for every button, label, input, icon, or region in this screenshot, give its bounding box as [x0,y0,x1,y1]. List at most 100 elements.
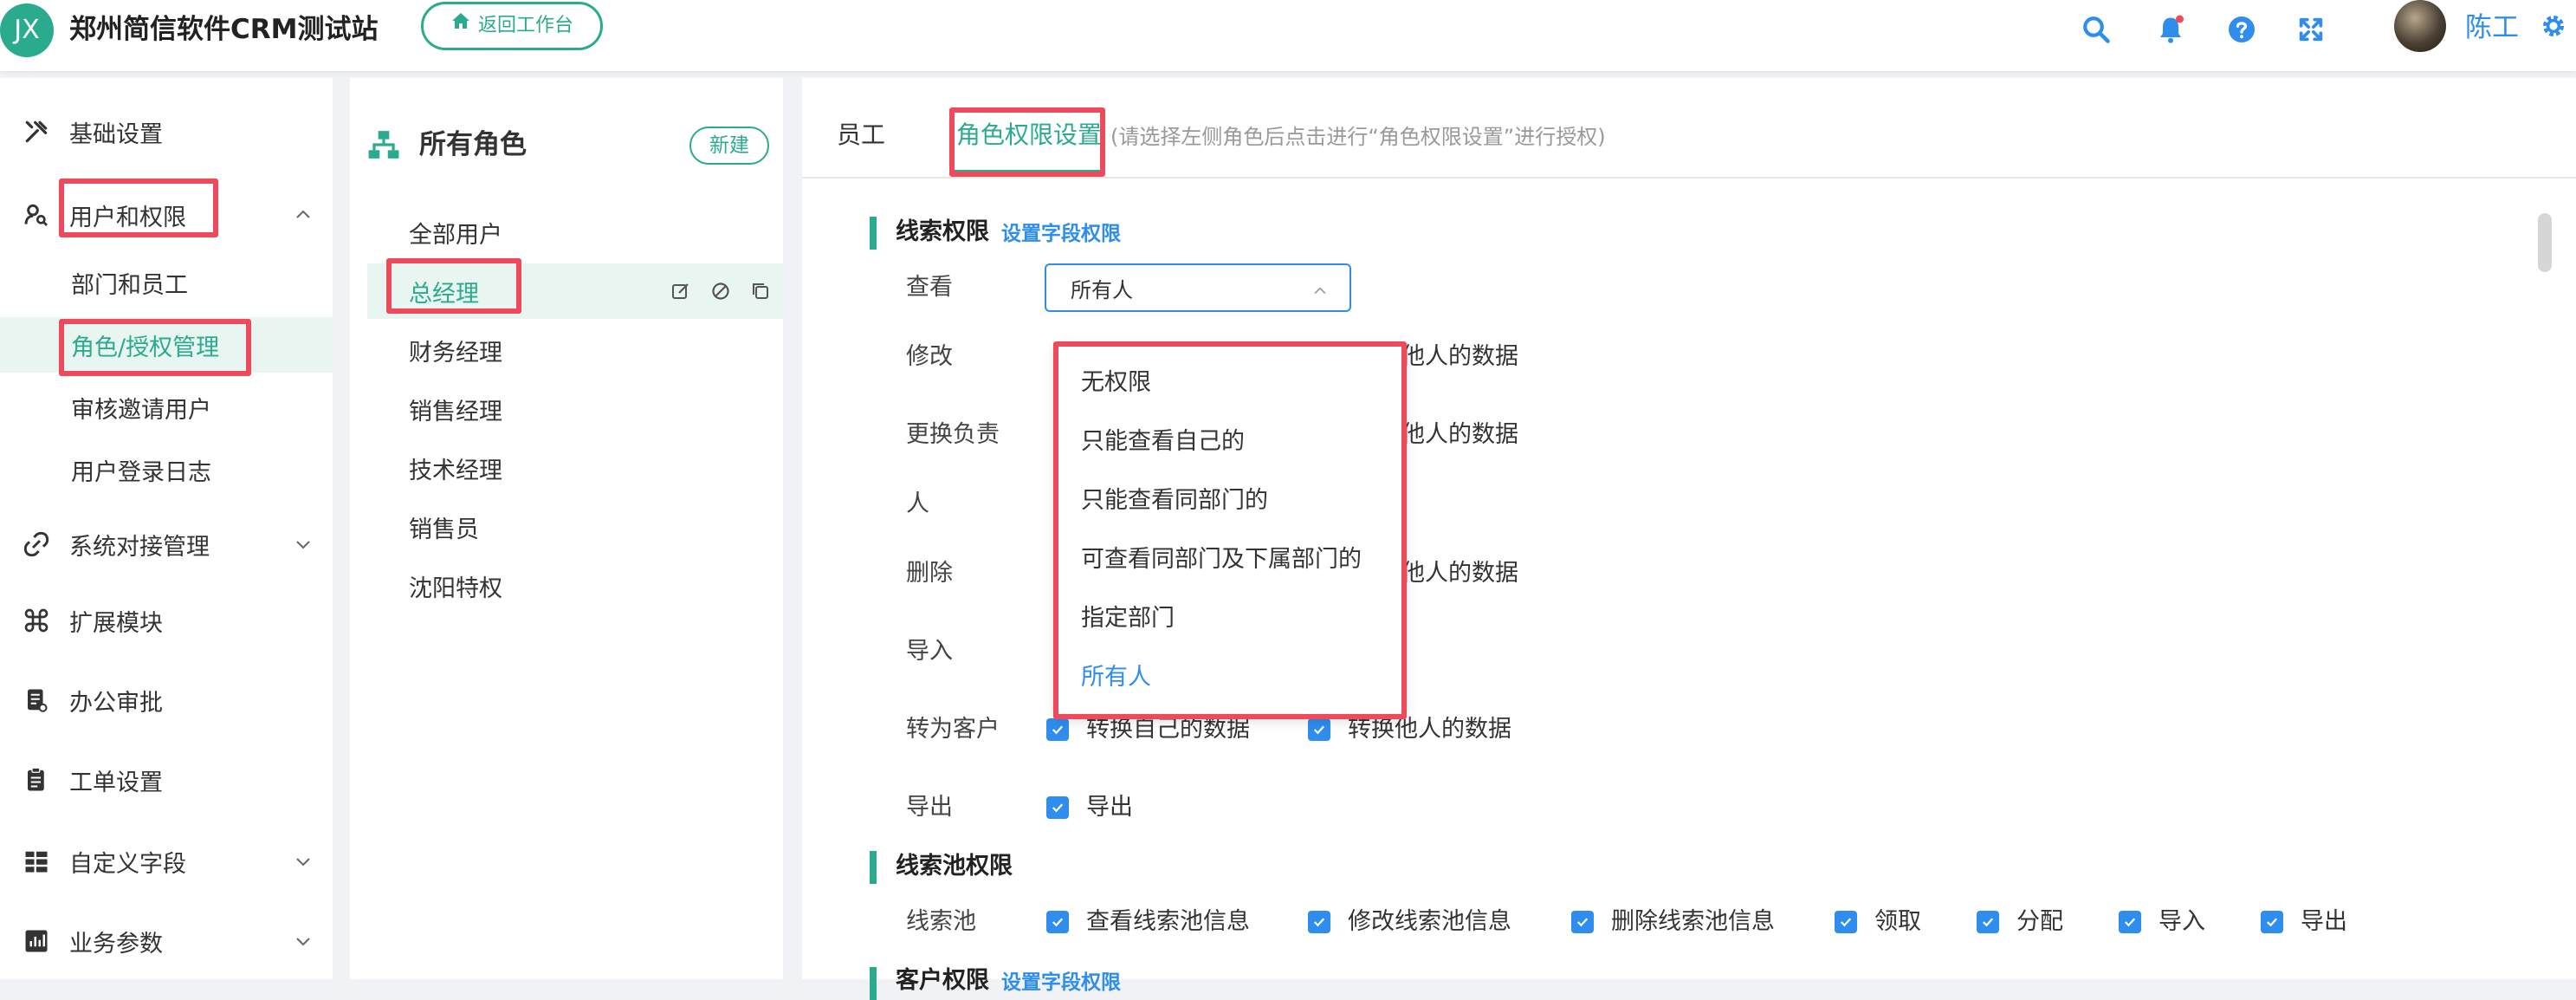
org-tree-icon [367,128,400,165]
pool-edit-checkbox[interactable]: 修改线索池信息 [1308,905,1511,939]
checkbox-label: 转换自己的数据 [1086,716,1250,743]
dropdown-option-specific-department[interactable]: 指定部门 [1081,600,1175,638]
dropdown-option-same-department[interactable]: 只能查看同部门的 [1081,482,1268,520]
customer-field-permissions-link[interactable]: 设置字段权限 [1001,965,1121,1000]
dropdown-option-everyone[interactable]: 所有人 [1081,659,1151,697]
command-icon [21,605,52,636]
sidebar-item-label: 办公审批 [69,689,163,717]
sidebar-item-workorder[interactable]: 工单设置 [0,752,333,808]
user-name[interactable]: 陈工 [2465,7,2519,49]
tab-role-permissions[interactable]: 角色权限设置 [956,116,1102,154]
active-tab-indicator [949,170,1100,175]
checkbox-label: 导出 [2301,908,2347,935]
sidebar-item-integration[interactable]: 系统对接管理 [0,516,333,572]
view-permission-select[interactable]: 所有人 [1045,263,1351,312]
checkbox-label: 分配 [2016,908,2063,935]
search-icon[interactable] [2077,10,2115,49]
checkbox-label: 查看线索池信息 [1086,908,1250,935]
checkbox-checked-icon [1308,911,1330,933]
sidebar-sub-review-invites[interactable]: 审核邀请用户 [0,380,333,435]
pool-import-checkbox[interactable]: 导入 [2119,905,2205,939]
change-owner-label-cont: 人 [906,490,929,517]
edit-icon[interactable] [670,281,691,308]
lead-permissions-title: 线索权限 [896,218,989,245]
sidebar-item-label: 系统对接管理 [69,533,210,561]
checkbox-label: 修改线索池信息 [1348,908,1511,935]
gear-icon[interactable] [2534,7,2573,45]
bell-icon[interactable] [2152,10,2190,49]
chevron-down-icon [293,534,314,561]
edit-others-data-option[interactable]: 他人的数据 [1401,340,1518,374]
sidebar-item-label: 自定义字段 [69,850,186,878]
checkbox-label: 删除线索池信息 [1611,908,1775,935]
sidebar-item-business-params[interactable]: 业务参数 [0,913,333,969]
roles-title: 所有角色 [419,129,527,160]
checkbox-label: 领取 [1874,908,1921,935]
checkbox-checked-icon [1835,911,1857,933]
copy-icon[interactable] [750,281,771,308]
convert-label: 转为客户 [906,716,1000,743]
chevron-up-icon [1311,281,1329,305]
sidebar-item-extensions[interactable]: 扩展模块 [0,593,333,648]
user-key-icon [21,199,52,231]
document-icon [21,685,52,716]
section-marker [870,967,877,1000]
sidebar-sub-departments[interactable]: 部门和员工 [0,255,333,310]
home-icon [450,4,471,48]
sidebar-item-office-approval[interactable]: 办公审批 [0,672,333,728]
clipboard-icon [21,764,52,795]
sidebar-item-users-permissions[interactable]: 用户和权限 [0,187,333,243]
pool-delete-checkbox[interactable]: 删除线索池信息 [1571,905,1775,939]
disable-icon[interactable] [710,281,731,308]
dropdown-option-own-only[interactable]: 只能查看自己的 [1081,423,1245,461]
sidebar-sub-login-log[interactable]: 用户登录日志 [0,442,333,497]
help-icon[interactable] [2223,10,2261,49]
role-item-sales-manager[interactable]: 销售经理 [367,381,783,437]
new-role-button[interactable]: 新建 [689,127,769,165]
logo-icon: JX [0,3,54,57]
sidebar-item-label: 业务参数 [69,930,163,958]
sidebar-item-basic-settings[interactable]: 基础设置 [0,104,333,159]
role-item-finance-manager[interactable]: 财务经理 [367,322,783,378]
role-item-tech-manager[interactable]: 技术经理 [367,440,783,496]
lead-field-permissions-link[interactable]: 设置字段权限 [1001,217,1121,251]
sidebar-item-label: 扩展模块 [69,609,163,637]
avatar[interactable] [2394,0,2446,52]
tab-hint: (请选择左侧角色后点击进行“角色权限设置”进行授权) [1110,125,1606,149]
role-item-salesperson[interactable]: 销售员 [367,499,783,555]
convert-others-checkbox[interactable]: 转换他人的数据 [1308,712,1511,747]
sidebar-sub-role-management[interactable]: 角色/授权管理 [0,317,333,373]
export-checkbox[interactable]: 导出 [1046,790,1133,825]
checkbox-label: 导出 [1086,794,1133,821]
checkbox-label: 转换他人的数据 [1348,716,1511,743]
section-marker [870,217,877,250]
link-icon [21,529,52,560]
export-label: 导出 [906,794,953,821]
scrollbar[interactable] [2538,213,2552,272]
dropdown-option-department-and-sub[interactable]: 可查看同部门及下属部门的 [1081,541,1362,579]
convert-own-checkbox[interactable]: 转换自己的数据 [1046,712,1250,747]
delete-others-data-option[interactable]: 他人的数据 [1401,556,1518,591]
role-item-shenyang-privilege[interactable]: 沈阳特权 [367,558,783,614]
pool-claim-checkbox[interactable]: 领取 [1835,905,1921,939]
chart-icon [21,925,52,957]
pool-export-checkbox[interactable]: 导出 [2261,905,2347,939]
customer-permissions-title: 客户权限 [896,967,989,994]
dropdown-option-no-permission[interactable]: 无权限 [1081,364,1151,402]
lead-pool-permissions-title: 线索池权限 [896,853,1013,880]
role-label: 总经理 [409,280,479,308]
fullscreen-icon[interactable] [2292,10,2330,49]
lead-pool-label: 线索池 [906,908,976,935]
pool-view-checkbox[interactable]: 查看线索池信息 [1046,905,1250,939]
section-marker [870,851,877,884]
back-to-workbench-button[interactable]: 返回工作台 [421,2,603,50]
checkbox-label: 导入 [2159,908,2205,935]
chevron-up-icon [293,205,314,231]
role-item-all-users[interactable]: 全部用户 [367,205,783,260]
sidebar-item-custom-fields[interactable]: 自定义字段 [0,834,333,889]
owner-others-data-option[interactable]: 他人的数据 [1401,418,1518,452]
role-item-general-manager[interactable]: 总经理 [367,263,783,319]
pool-assign-checkbox[interactable]: 分配 [1977,905,2063,939]
tab-employees[interactable]: 员工 [837,116,885,154]
edit-label: 修改 [906,343,953,370]
